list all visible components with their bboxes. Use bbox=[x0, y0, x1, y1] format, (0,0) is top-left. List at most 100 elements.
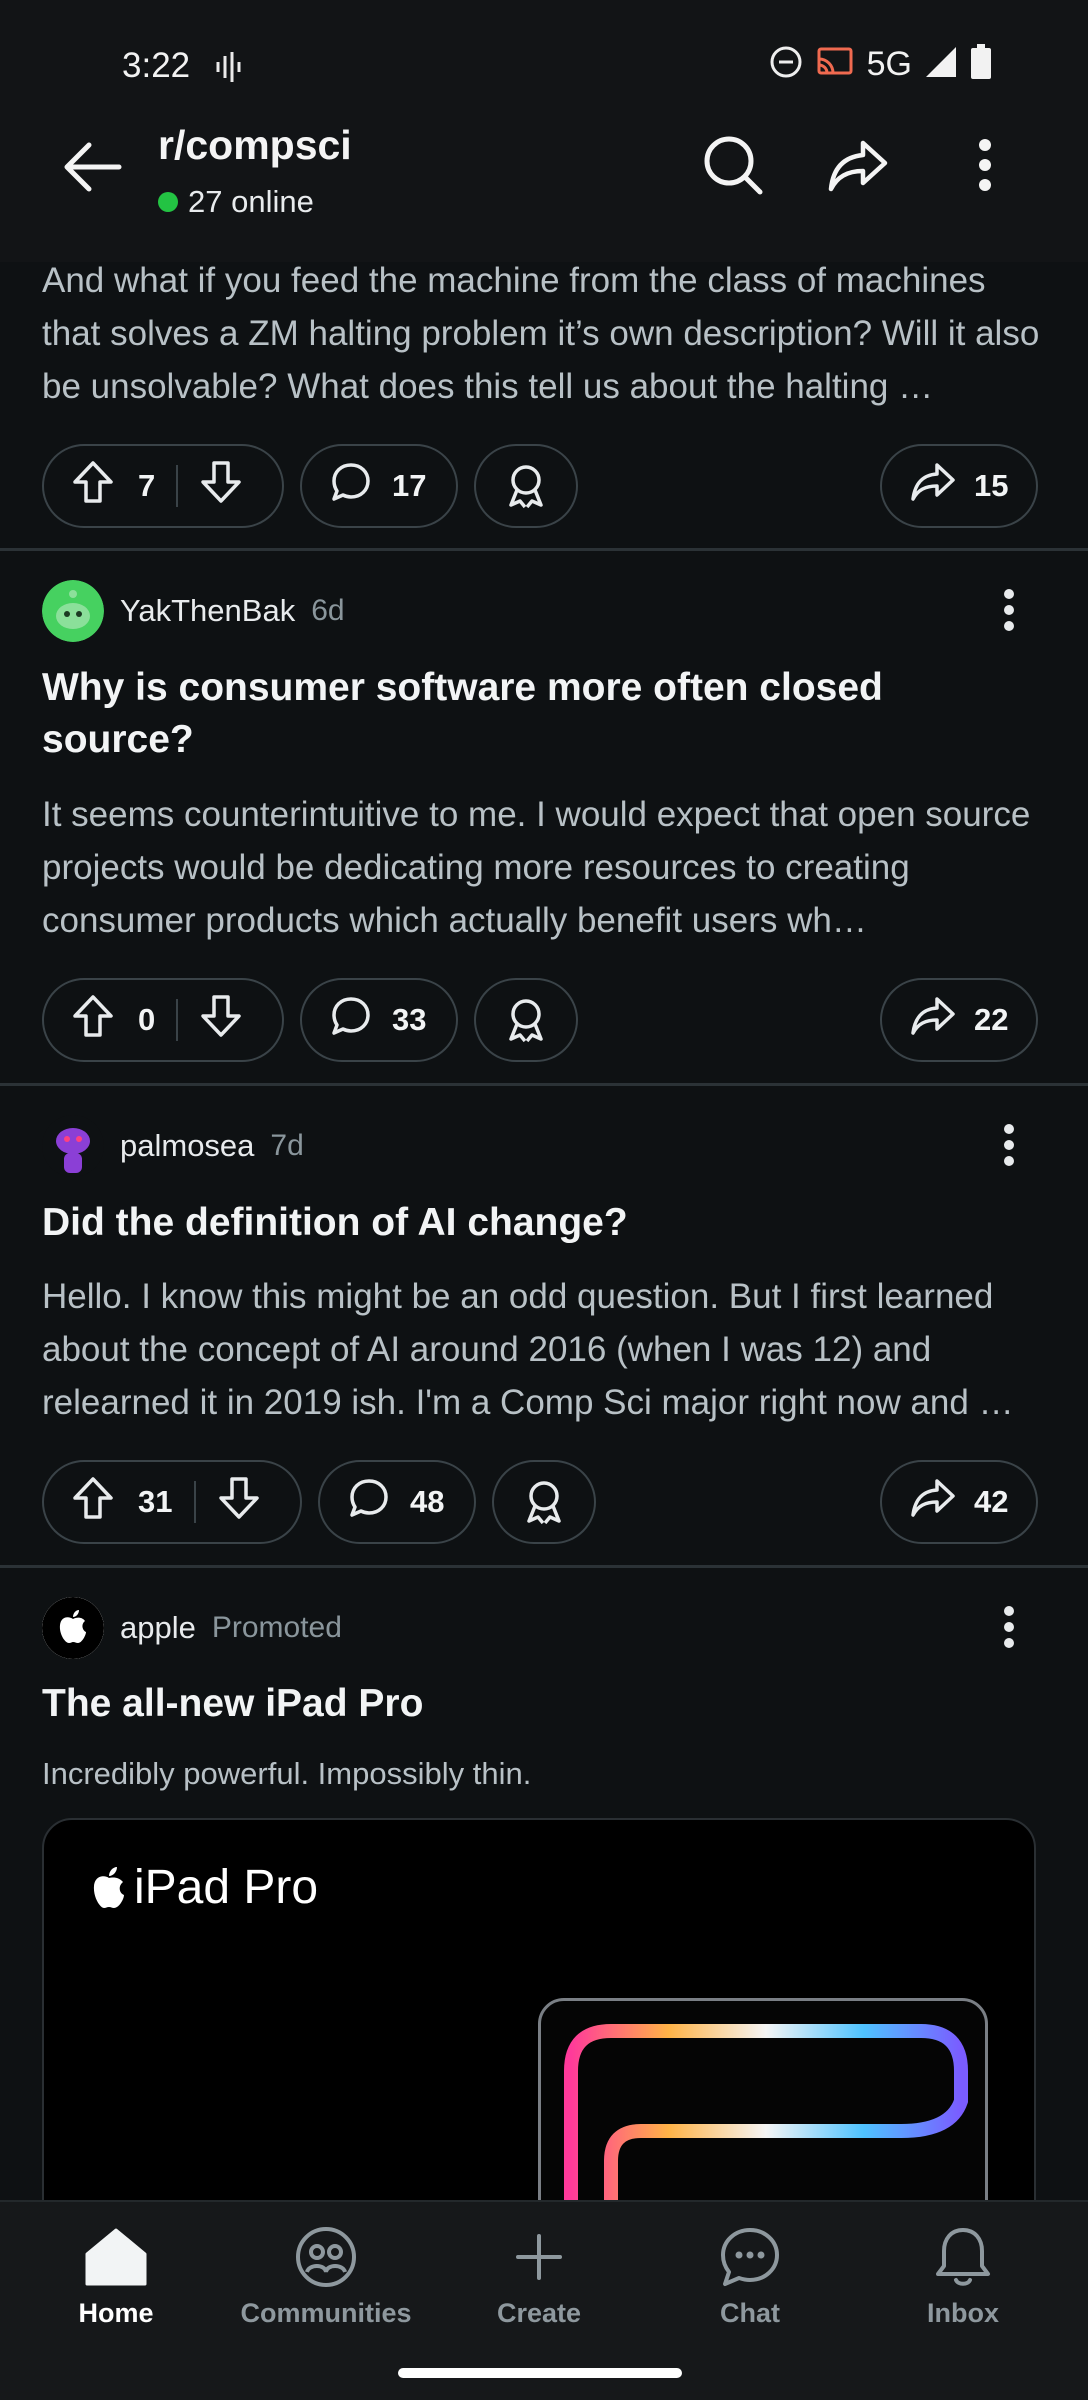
status-time: 3:22 bbox=[122, 46, 191, 85]
status-icons: 5G bbox=[769, 44, 992, 85]
cast-icon bbox=[815, 45, 855, 84]
share-count: 22 bbox=[974, 1002, 1009, 1037]
online-dot bbox=[158, 192, 178, 212]
comment-icon bbox=[330, 995, 372, 1045]
comment-icon bbox=[348, 1477, 390, 1527]
nav-inbox-label: Inbox bbox=[927, 2298, 999, 2328]
vote-separator bbox=[176, 465, 178, 507]
nav-communities[interactable]: Communities bbox=[236, 2224, 416, 2329]
nav-inbox[interactable]: Inbox bbox=[873, 2224, 1053, 2329]
apple-logo-icon bbox=[42, 1597, 104, 1659]
plus-icon bbox=[514, 2224, 564, 2290]
nav-communities-label: Communities bbox=[240, 2298, 412, 2328]
award-button[interactable] bbox=[492, 1460, 596, 1544]
post-menu-button[interactable] bbox=[994, 1115, 1024, 1175]
vibrate-icon bbox=[214, 50, 242, 89]
post-excerpt[interactable]: It seems counterintuitive to me. I would… bbox=[42, 788, 1042, 947]
communities-icon bbox=[295, 2224, 357, 2290]
post-author[interactable]: palmosea bbox=[120, 1128, 254, 1164]
nav-create[interactable]: Create bbox=[449, 2224, 629, 2329]
promoted-menu-button[interactable] bbox=[994, 1597, 1024, 1657]
post-divider bbox=[0, 548, 1088, 551]
share-count: 42 bbox=[974, 1484, 1009, 1519]
user-avatar[interactable] bbox=[42, 580, 104, 642]
post-title[interactable]: Did the definition of AI change? bbox=[42, 1197, 1002, 1249]
vote-separator bbox=[176, 999, 178, 1041]
post-actions: 7 17 15 bbox=[42, 444, 1046, 528]
promoted-subtitle: Incredibly powerful. Impossibly thin. bbox=[42, 1756, 532, 1791]
arrow-down-icon bbox=[201, 461, 241, 503]
vote-separator bbox=[194, 1481, 196, 1523]
nav-chat[interactable]: Chat bbox=[660, 2224, 840, 2329]
more-vertical-icon bbox=[1004, 1124, 1014, 1166]
nav-chat-label: Chat bbox=[720, 2298, 780, 2328]
arrow-up-icon bbox=[73, 995, 113, 1037]
post-actions: 31 48 42 bbox=[42, 1460, 1046, 1544]
online-count: 27 online bbox=[158, 184, 314, 220]
upvote-button[interactable] bbox=[72, 1476, 114, 1528]
downvote-button[interactable] bbox=[200, 994, 242, 1046]
search-icon bbox=[704, 136, 763, 195]
share-button[interactable]: 22 bbox=[880, 978, 1038, 1062]
comment-count: 33 bbox=[392, 1002, 427, 1037]
user-avatar[interactable] bbox=[42, 1115, 104, 1177]
comments-button[interactable]: 48 bbox=[318, 1460, 476, 1544]
nav-create-label: Create bbox=[496, 2298, 582, 2328]
back-button[interactable] bbox=[58, 132, 128, 202]
share-icon bbox=[910, 1477, 956, 1527]
comments-button[interactable]: 17 bbox=[300, 444, 458, 528]
promoted-media[interactable]: iPad Pro bbox=[42, 1818, 1036, 2238]
promoted-title[interactable]: The all-new iPad Pro bbox=[42, 1678, 1002, 1730]
apple-logo-icon bbox=[93, 1866, 124, 1908]
subreddit-title[interactable]: r/compsci bbox=[158, 122, 352, 169]
promoted-meta: apple Promoted bbox=[42, 1597, 342, 1659]
post-menu-button[interactable] bbox=[994, 580, 1024, 640]
award-button[interactable] bbox=[474, 444, 578, 528]
signal-icon bbox=[924, 45, 958, 84]
more-vertical-icon bbox=[1004, 589, 1014, 631]
post-divider bbox=[0, 1565, 1088, 1568]
upvote-button[interactable] bbox=[72, 460, 114, 512]
share-icon bbox=[910, 995, 956, 1045]
chat-icon bbox=[719, 2224, 781, 2290]
post-excerpt[interactable]: And what if you feed the machine from th… bbox=[42, 254, 1042, 413]
promo-logo: iPad Pro bbox=[90, 1860, 318, 1915]
more-vertical-icon bbox=[1004, 1606, 1014, 1648]
share-icon bbox=[828, 140, 888, 192]
post-title[interactable]: Why is consumer software more often clos… bbox=[42, 662, 1002, 766]
comment-icon bbox=[330, 461, 372, 511]
snoo-avatar-icon bbox=[42, 1115, 104, 1177]
share-icon bbox=[910, 461, 956, 511]
arrow-down-icon bbox=[219, 1477, 259, 1519]
arrow-left-icon bbox=[64, 142, 122, 192]
nav-home[interactable]: Home bbox=[26, 2224, 206, 2329]
vote-pill: 0 bbox=[42, 978, 284, 1062]
reddit-app: 3:22 5G r/compsci 27 online And what if … bbox=[0, 0, 1088, 2400]
overflow-menu-button[interactable] bbox=[950, 130, 1020, 200]
comment-count: 17 bbox=[392, 468, 427, 503]
upvote-button[interactable] bbox=[72, 994, 114, 1046]
advertiser-name[interactable]: apple bbox=[120, 1610, 196, 1646]
search-button[interactable] bbox=[698, 130, 768, 200]
post-divider bbox=[0, 1083, 1088, 1086]
award-button[interactable] bbox=[474, 978, 578, 1062]
home-icon bbox=[84, 2224, 148, 2290]
snoo-avatar-icon bbox=[42, 580, 104, 642]
vote-count: 7 bbox=[138, 468, 156, 503]
gesture-home-indicator[interactable] bbox=[398, 2368, 682, 2378]
post-excerpt[interactable]: Hello. I know this might be an odd quest… bbox=[42, 1270, 1042, 1429]
arrow-up-icon bbox=[73, 461, 113, 503]
advertiser-avatar[interactable] bbox=[42, 1597, 104, 1659]
share-button[interactable]: 15 bbox=[880, 444, 1038, 528]
bell-icon bbox=[934, 2224, 992, 2290]
share-button[interactable]: 42 bbox=[880, 1460, 1038, 1544]
promo-logo-text: iPad Pro bbox=[134, 1861, 319, 1914]
award-icon bbox=[527, 1481, 561, 1525]
downvote-button[interactable] bbox=[200, 460, 242, 512]
post-actions: 0 33 22 bbox=[42, 978, 1046, 1062]
network-type: 5G bbox=[866, 45, 912, 83]
downvote-button[interactable] bbox=[218, 1476, 260, 1528]
post-author[interactable]: YakThenBak bbox=[120, 593, 295, 629]
comments-button[interactable]: 33 bbox=[300, 978, 458, 1062]
share-subreddit-button[interactable] bbox=[823, 130, 893, 200]
